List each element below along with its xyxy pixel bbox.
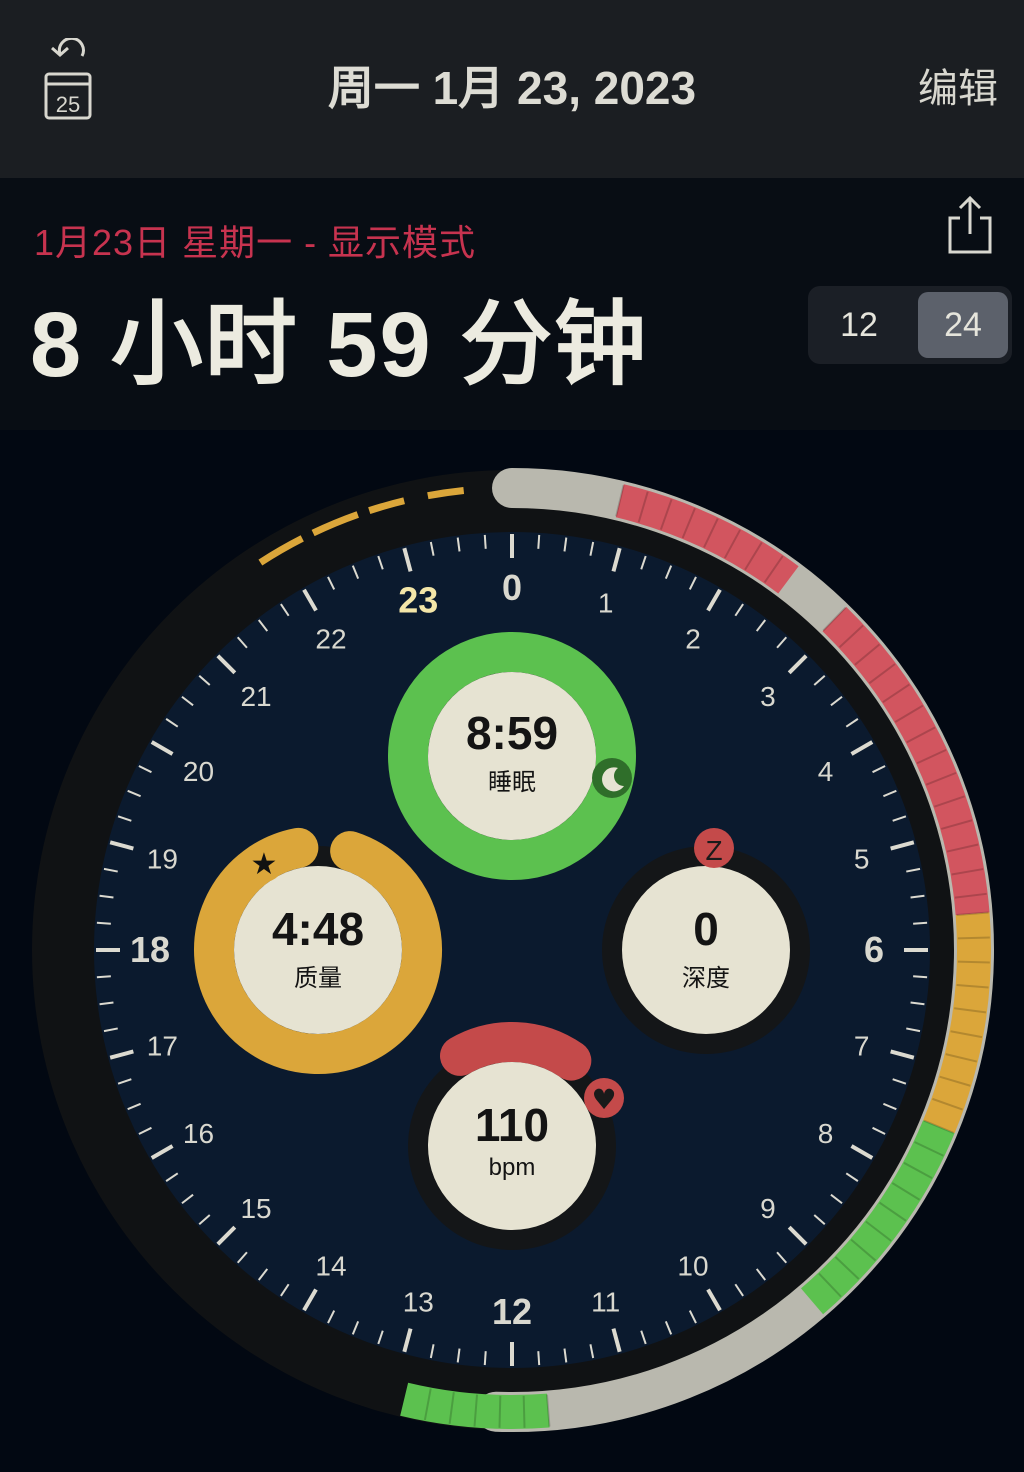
hour-label-9: 9 bbox=[760, 1193, 776, 1224]
heart-ring-progress bbox=[440, 1022, 592, 1081]
hour-label-20: 20 bbox=[183, 756, 214, 787]
segment-grid-line bbox=[957, 960, 990, 964]
edit-button[interactable]: 编辑 bbox=[918, 56, 998, 114]
navigation-bar: 25 周一 1月 23, 2023 编辑 bbox=[0, 0, 1024, 178]
segment-grid-line bbox=[522, 1395, 526, 1428]
dial-tick bbox=[483, 534, 487, 549]
segment-grid-line bbox=[498, 1395, 502, 1428]
hour-format-toggle[interactable]: 12 24 bbox=[808, 286, 1012, 364]
deep-value: 0 bbox=[693, 903, 719, 955]
hour-label-7: 7 bbox=[854, 1031, 870, 1062]
dial-tick bbox=[96, 921, 111, 925]
deep-label: 深度 bbox=[682, 965, 730, 992]
hour-label-8: 8 bbox=[818, 1118, 834, 1149]
quality-label: 质量 bbox=[294, 965, 342, 992]
hour-label-0: 0 bbox=[502, 567, 522, 608]
dial-tick bbox=[483, 1351, 487, 1366]
share-icon bbox=[948, 195, 992, 254]
dial-tick bbox=[913, 975, 928, 979]
deep-ring-text: 0 深度 bbox=[606, 902, 806, 993]
segment-24h[interactable]: 24 bbox=[918, 292, 1008, 358]
hour-label-17: 17 bbox=[147, 1031, 178, 1062]
hour-label-6: 6 bbox=[864, 929, 884, 970]
hour-label-23: 23 bbox=[398, 579, 438, 620]
hour-label-22: 22 bbox=[315, 623, 346, 654]
dial-graphic: 0 1234567891011121314151617181920212223★ Z… bbox=[32, 468, 994, 1432]
sleep-clock-dial: 0 1 2 3 4 5 6 7 8 9 10 11 12 13 14 15 16 17 18 19 20 21 22 23 ★ Z… bbox=[0, 430, 1024, 1472]
dial-tick bbox=[537, 534, 541, 549]
dial-tick bbox=[96, 975, 111, 979]
heart-ring-text: 110 bpm bbox=[412, 1098, 612, 1182]
hour-label-1: 1 bbox=[598, 587, 614, 618]
sleep-label: 睡眠 bbox=[488, 769, 536, 796]
hour-label-4: 4 bbox=[818, 756, 834, 787]
hour-label-11: 11 bbox=[591, 1287, 620, 1318]
hour-label-21: 21 bbox=[240, 681, 271, 712]
segment-12h[interactable]: 12 bbox=[814, 292, 904, 358]
star-icon-glyph: ★ bbox=[251, 847, 278, 882]
hour-label-13: 13 bbox=[403, 1287, 434, 1318]
share-button[interactable] bbox=[944, 194, 996, 256]
hour-label-12: 12 bbox=[492, 1291, 532, 1332]
quality-ring-text: 4:48 质量 bbox=[218, 902, 418, 993]
dial-tick bbox=[913, 921, 928, 925]
heart-value: 110 bbox=[474, 1099, 550, 1151]
quality-value: 4:48 bbox=[271, 903, 365, 955]
hour-label-3: 3 bbox=[760, 681, 776, 712]
segment-grid-line bbox=[957, 936, 990, 940]
nav-title: 周一 1月 23, 2023 bbox=[327, 62, 697, 114]
date-mode-subtitle: 1月23日 星期一 - 显示模式 bbox=[34, 222, 477, 263]
dial-tick bbox=[537, 1351, 541, 1366]
hour-label-2: 2 bbox=[685, 623, 701, 654]
hour-label-15: 15 bbox=[240, 1193, 271, 1224]
sleep-duration-title: 8 小时 59 分钟 bbox=[30, 294, 649, 396]
hour-label-19: 19 bbox=[147, 843, 178, 874]
hour-label-18: 18 bbox=[130, 929, 170, 970]
hour-label-14: 14 bbox=[315, 1251, 346, 1282]
hour-label-10: 10 bbox=[677, 1251, 708, 1282]
heart-label: bpm bbox=[488, 1154, 536, 1181]
hour-label-5: 5 bbox=[854, 843, 870, 874]
summary-header: 1月23日 星期一 - 显示模式 8 小时 59 分钟 12 24 bbox=[0, 178, 1024, 430]
hour-label-16: 16 bbox=[183, 1118, 214, 1149]
z-icon-glyph: Z bbox=[705, 835, 722, 866]
sleep-value: 8:59 bbox=[465, 707, 559, 759]
sleep-ring-text: 8:59 睡眠 bbox=[412, 706, 612, 797]
